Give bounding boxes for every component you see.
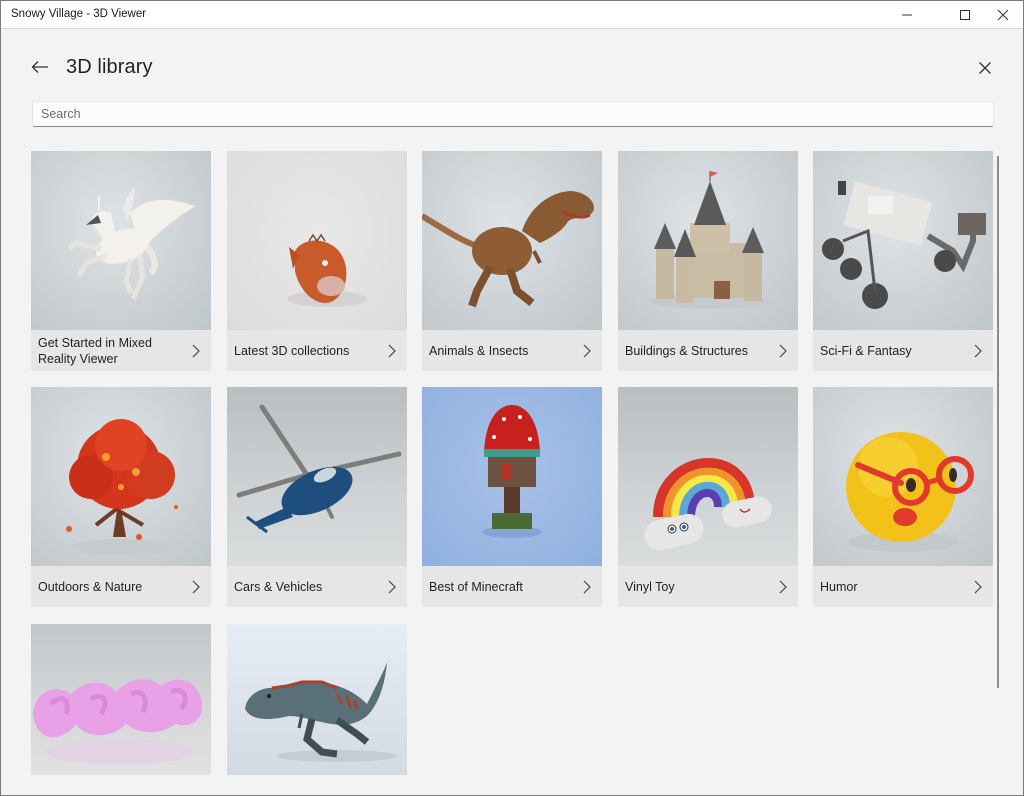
app-window: Snowy Village - 3D Viewer 3D library Sea… [0, 0, 1024, 796]
tile-label: Cars & Vehicles [234, 579, 323, 594]
minimize-icon [902, 14, 912, 16]
close-icon [997, 9, 1009, 21]
minimize-button[interactable] [884, 1, 930, 29]
thumbnail-helicopter [227, 387, 407, 566]
vertical-scrollbar[interactable] [997, 156, 999, 688]
thumbnail-mars-rover [813, 151, 993, 330]
tile-label: Latest 3D collections [234, 343, 350, 358]
tile-label: Buildings & Structures [625, 343, 748, 358]
chevron-right-icon [582, 344, 592, 358]
tile-label: Outdoors & Nature [38, 579, 143, 594]
thumbnail-castle [618, 151, 798, 330]
library-close-button[interactable] [974, 57, 996, 79]
category-tile[interactable]: Vinyl Toy [618, 387, 798, 607]
search-input[interactable] [32, 101, 994, 127]
tile-label: Vinyl Toy [625, 579, 675, 594]
category-grid: Get Started in Mixed Reality Viewer Late… [31, 151, 993, 775]
thumbnail-anglerfish [227, 151, 407, 330]
thumbnail-emoji-glasses [813, 387, 993, 566]
close-icon [979, 62, 991, 74]
window-close-button[interactable] [980, 1, 1024, 29]
thumbnail-minecraft-mushroom-house [422, 387, 602, 566]
chevron-right-icon [191, 344, 201, 358]
window-title: Snowy Village - 3D Viewer [11, 8, 147, 20]
tile-label: Get Started in Mixed Reality Viewer [38, 335, 152, 366]
thumbnail-red-tree [31, 387, 211, 566]
page-title: 3D library [66, 56, 153, 78]
chevron-right-icon [191, 580, 201, 594]
tile-label: Sci-Fi & Fantasy [820, 343, 912, 358]
category-tile[interactable]: Humor [813, 387, 993, 607]
category-tile[interactable] [31, 624, 211, 775]
thumbnail-rainbow [618, 387, 798, 566]
chevron-right-icon [973, 580, 983, 594]
chevron-right-icon [973, 344, 983, 358]
category-tile[interactable] [227, 624, 407, 775]
thumbnail-running-dinosaur [227, 624, 407, 775]
chevron-right-icon [387, 344, 397, 358]
title-bar: Snowy Village - 3D Viewer [1, 1, 1023, 29]
category-tile[interactable]: Sci-Fi & Fantasy [813, 151, 993, 371]
category-tile[interactable]: Latest 3D collections [227, 151, 407, 371]
chevron-right-icon [778, 344, 788, 358]
thumbnail-pegasus [31, 151, 211, 330]
category-tile[interactable]: Buildings & Structures [618, 151, 798, 371]
tile-label: Best of Minecraft [429, 579, 523, 594]
chevron-right-icon [582, 580, 592, 594]
thumbnail-pink-squish-text [31, 624, 211, 775]
category-tile[interactable]: Animals & Insects [422, 151, 602, 371]
chevron-right-icon [778, 580, 788, 594]
arrow-left-icon [31, 61, 48, 73]
back-button[interactable] [29, 56, 51, 78]
maximize-icon [960, 10, 970, 20]
category-tile[interactable]: Best of Minecraft [422, 387, 602, 607]
chevron-right-icon [387, 580, 397, 594]
tile-label: Humor [820, 579, 858, 594]
category-tile[interactable]: Cars & Vehicles [227, 387, 407, 607]
category-tile[interactable]: Outdoors & Nature [31, 387, 211, 607]
thumbnail-t-rex [422, 151, 602, 330]
tile-label: Animals & Insects [429, 343, 529, 358]
category-tile[interactable]: Get Started in Mixed Reality Viewer [31, 151, 211, 371]
